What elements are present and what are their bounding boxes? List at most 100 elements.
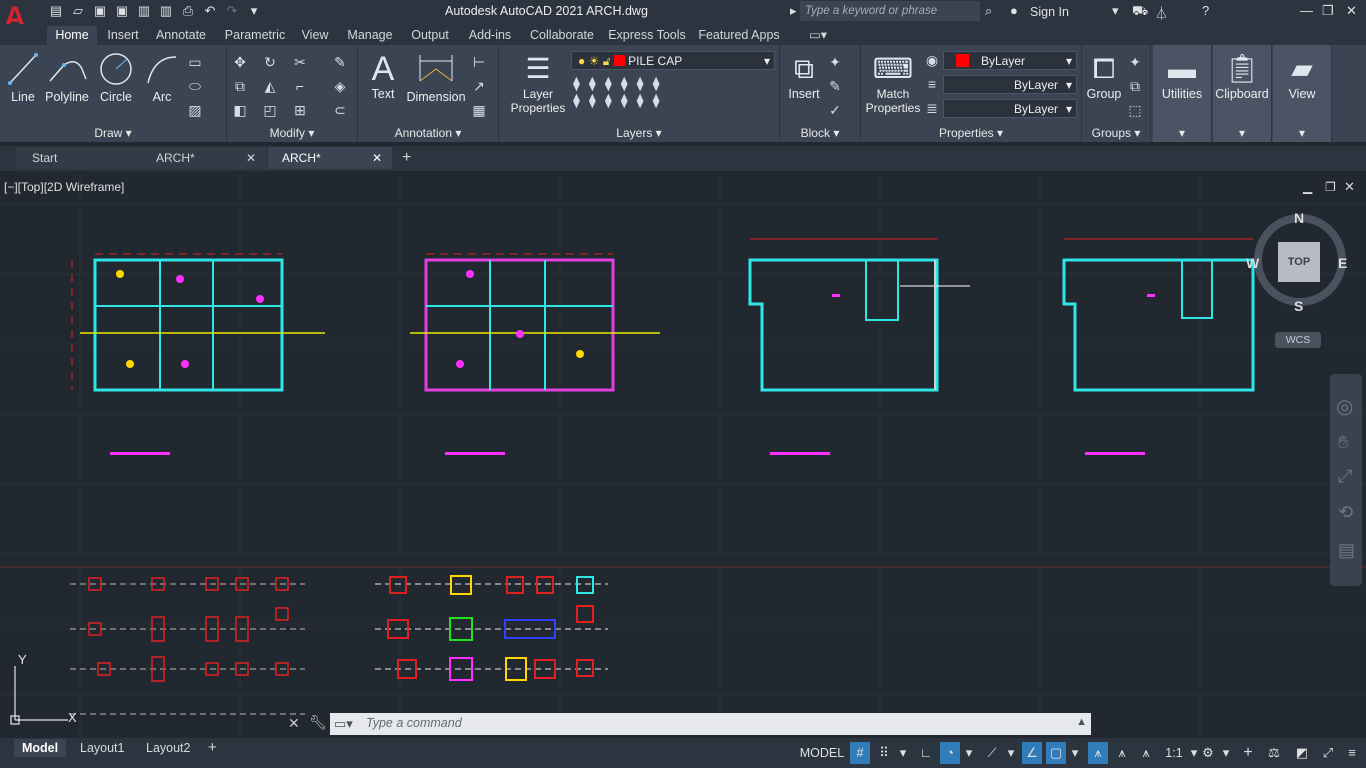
table-icon[interactable]: ▦ <box>470 101 488 119</box>
model-space-button[interactable]: MODEL <box>798 742 846 764</box>
properties-panel-label[interactable]: Properties ▾ <box>861 126 1081 140</box>
autodesk-app-icon[interactable]: ⏃ <box>1155 3 1168 22</box>
drawing-viewport[interactable]: Y X [−][Top][2D Wireframe] ▁ ❐ ✕ TOP N S… <box>0 174 1366 738</box>
chevron-down-icon[interactable]: ▾ <box>1068 742 1082 764</box>
save-icon[interactable]: ▣ <box>92 3 108 19</box>
polar-icon[interactable]: ◔ <box>940 742 960 764</box>
grid-icon[interactable]: # <box>850 742 870 764</box>
minimize-icon[interactable]: — <box>1300 3 1313 18</box>
move-icon[interactable]: ✥ <box>231 53 249 71</box>
fillet-icon[interactable]: ⌐ <box>291 77 309 95</box>
chevron-down-icon[interactable]: ▾ <box>962 742 976 764</box>
ellipse-icon[interactable]: ⬭ <box>186 77 204 95</box>
stretch-icon[interactable]: ◧ <box>231 101 249 119</box>
annotation-scale-icon[interactable]: ⩚ <box>1136 742 1156 764</box>
snap-icon[interactable]: ⠿ <box>874 742 894 764</box>
group-edit-icon[interactable]: ⧉ <box>1126 77 1144 95</box>
file-tab-arch-2[interactable]: ARCH* ✕ <box>268 147 392 169</box>
chevron-down-icon[interactable]: ▾ <box>1112 3 1119 19</box>
arc-button[interactable]: Arc <box>142 51 182 104</box>
view-panel[interactable]: ▰ View ▾ <box>1273 45 1332 142</box>
explode-icon[interactable]: ◈ <box>331 77 349 95</box>
units-icon[interactable]: ⚖ <box>1264 742 1284 764</box>
close-icon[interactable]: ✕ <box>1346 3 1357 19</box>
chevron-down-icon[interactable]: ▾ <box>896 742 910 764</box>
linetype-dropdown[interactable]: ByLayer ▾ <box>943 75 1077 94</box>
chevron-down-icon[interactable]: ▾ <box>1220 742 1232 764</box>
expand-command-icon[interactable]: ▲ <box>1076 716 1087 728</box>
trim-icon[interactable]: ✂ <box>291 53 309 71</box>
ribbon-toggle-icon[interactable]: ▭▾ <box>804 26 832 45</box>
close-tab-icon[interactable]: ✕ <box>246 147 256 169</box>
linear-dim-icon[interactable]: ⊢ <box>470 53 488 71</box>
command-input[interactable]: Type a command <box>366 716 462 730</box>
customize-command-icon[interactable]: 🔧︎ <box>309 714 327 731</box>
modify-panel-label[interactable]: Modify ▾ <box>227 126 357 140</box>
array-icon[interactable]: ⊞ <box>291 101 309 119</box>
scale-icon[interactable]: ◰ <box>261 101 279 119</box>
save-as-icon[interactable]: ▣ <box>114 3 130 19</box>
copy-icon[interactable]: ⧉ <box>231 77 249 95</box>
tab-view[interactable]: View <box>298 26 332 45</box>
annotation-monitor-icon[interactable]: + <box>1238 742 1258 764</box>
viewcube-north[interactable]: N <box>1294 210 1304 226</box>
viewcube-west[interactable]: W <box>1246 255 1259 271</box>
hatch-icon[interactable]: ▨ <box>186 101 204 119</box>
annotation-panel-label[interactable]: Annotation ▾ <box>358 126 498 140</box>
sign-in-link[interactable]: Sign In <box>1030 5 1069 19</box>
orbit-icon[interactable]: ⟲ <box>1338 502 1353 523</box>
workspace-gear-icon[interactable]: ⚙ <box>1198 742 1218 764</box>
layer-properties-button[interactable]: ☰ Layer Properties <box>507 51 569 115</box>
utilities-panel[interactable]: ▬ Utilities ▾ <box>1153 45 1212 142</box>
annotation-visibility-icon[interactable]: ⩚ <box>1088 742 1108 764</box>
lineweight-dropdown[interactable]: ByLayer ▾ <box>943 99 1077 118</box>
chevron-right-icon[interactable]: ▸ <box>790 3 797 19</box>
lineweight-icon[interactable]: ≣ <box>923 99 941 117</box>
new-tab-icon[interactable]: + <box>402 149 411 167</box>
tab-insert[interactable]: Insert <box>102 26 144 45</box>
tab-parametric[interactable]: Parametric <box>222 26 288 45</box>
viewport-controls-label[interactable]: [−][Top][2D Wireframe] <box>4 180 124 194</box>
draw-panel-label[interactable]: Draw ▾ <box>0 126 226 140</box>
showmotion-icon[interactable]: ▤ <box>1338 540 1355 561</box>
leader-icon[interactable]: ↗ <box>470 77 488 95</box>
viewcube-top-face[interactable]: TOP <box>1278 242 1320 282</box>
viewport-restore-icon[interactable]: ❐ <box>1325 180 1336 194</box>
open-web-icon[interactable]: ▥ <box>136 3 152 19</box>
tab-collaborate[interactable]: Collaborate <box>526 26 598 45</box>
customization-icon[interactable]: ≡ <box>1342 742 1362 764</box>
group-button[interactable]: ⧠ Group <box>1086 51 1122 101</box>
mirror-icon[interactable]: ◭ <box>261 77 279 95</box>
layout-tab-model[interactable]: Model <box>14 739 67 757</box>
rotate-icon[interactable]: ↻ <box>261 53 279 71</box>
layers-panel-label[interactable]: Layers ▾ <box>499 126 779 140</box>
wcs-menu[interactable]: WCS <box>1275 332 1321 348</box>
open-icon[interactable]: ▱ <box>70 3 86 19</box>
insert-button[interactable]: ⧉ Insert <box>784 51 824 101</box>
viewport-close-icon[interactable]: ✕ <box>1344 179 1355 195</box>
restore-icon[interactable]: ❐ <box>1322 3 1334 19</box>
tab-output[interactable]: Output <box>408 26 452 45</box>
isodraft-icon[interactable]: ⟋ <box>982 742 1002 764</box>
ungroup-icon[interactable]: ✦ <box>1126 53 1144 71</box>
polyline-button[interactable]: Polyline <box>42 51 92 104</box>
tab-manage[interactable]: Manage <box>344 26 396 45</box>
save-web-icon[interactable]: ▥ <box>158 3 174 19</box>
viewcube-south[interactable]: S <box>1294 298 1303 314</box>
close-tab-icon[interactable]: ✕ <box>372 147 382 169</box>
block-attr-icon[interactable]: ✓ <box>826 101 844 119</box>
help-icon[interactable]: ? <box>1202 3 1209 18</box>
zoom-extents-icon[interactable]: ⤢ <box>1338 466 1352 487</box>
rectangle-icon[interactable]: ▭ <box>186 53 204 71</box>
annotation-scale-value[interactable]: 1:1 <box>1160 742 1188 764</box>
line-button[interactable]: Line <box>6 51 40 104</box>
dimension-button[interactable]: Dimension <box>406 51 466 104</box>
tab-featured-apps[interactable]: Featured Apps <box>696 26 782 45</box>
match-properties-button[interactable]: ⌨ Match Properties <box>865 51 921 115</box>
circle-button[interactable]: Circle <box>96 51 136 104</box>
chevron-down-icon[interactable]: ▾ <box>1004 742 1018 764</box>
help-search-input[interactable]: Type a keyword or phrase <box>800 1 980 21</box>
color-wheel-icon[interactable]: ◉ <box>923 51 941 69</box>
new-icon[interactable]: ▤ <box>48 3 64 19</box>
plot-icon[interactable]: ⎙ <box>180 3 196 19</box>
